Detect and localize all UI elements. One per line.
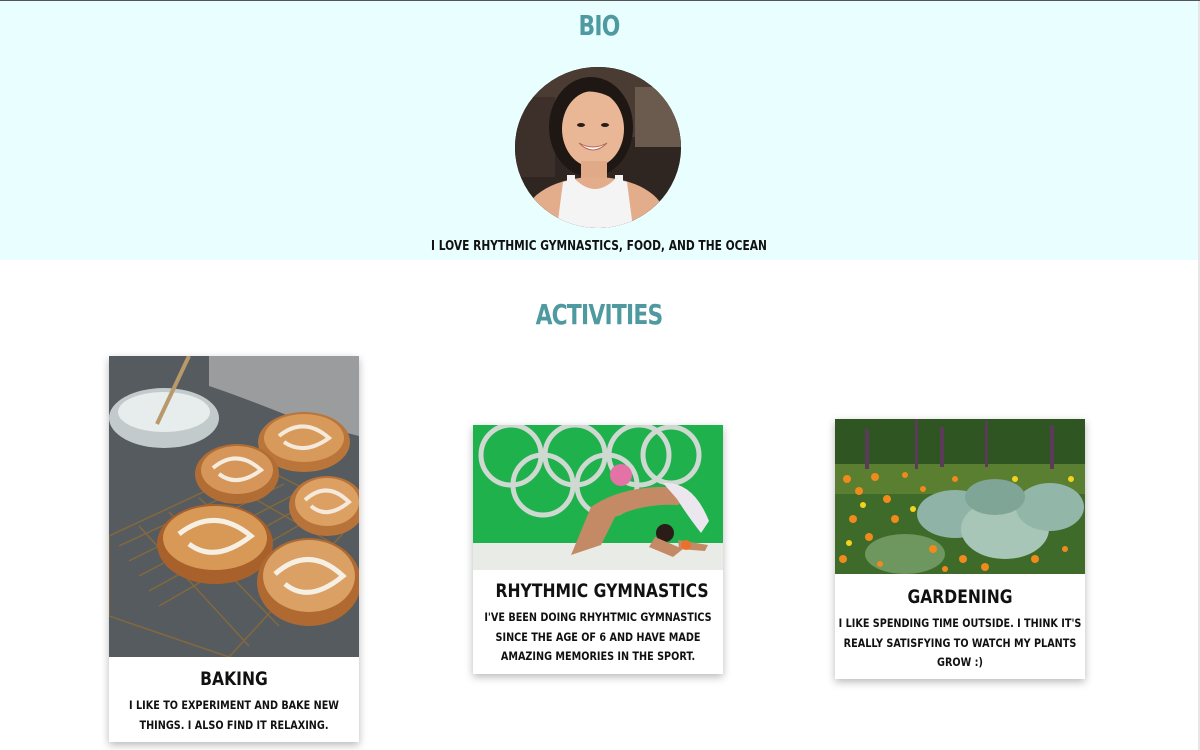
card-title-gardening: GARDENING (907, 586, 1013, 608)
activity-card-rhythmic-gymnastics: RHYTHMIC GYMNASTICS I'VE BEEN DOING RHYH… (473, 425, 723, 674)
page: BIO I LOVE RHYTHMIC GYMNASTICS, FOOD, AN… (0, 0, 1200, 750)
activities-heading: ACTIVITIES (535, 298, 664, 331)
avatar-photo (515, 67, 681, 228)
card-description-baking: I LIKE TO EXPERIMENT AND BAKE NEW THINGS… (129, 698, 339, 732)
avatar (515, 67, 681, 228)
card-title-rhythmic-gymnastics: RHYTHMIC GYMNASTICS (495, 580, 709, 602)
bio-description: I LOVE RHYTHMIC GYMNASTICS, FOOD, AND TH… (431, 239, 767, 254)
bio-heading: BIO (578, 9, 621, 42)
card-description-gardening: I LIKE SPENDING TIME OUTSIDE. I THINK IT… (838, 616, 1082, 669)
bio-section: BIO I LOVE RHYTHMIC GYMNASTICS, FOOD, AN… (0, 1, 1198, 260)
card-description-rhythmic-gymnastics: I'VE BEEN DOING RHYHTMIC GYMNASTICS SINC… (484, 610, 712, 663)
gardening-photo (835, 419, 1085, 574)
baking-photo (109, 356, 359, 657)
rhythmic-gymnastics-photo (473, 425, 723, 570)
activity-card-baking: BAKING I LIKE TO EXPERIMENT AND BAKE NEW… (109, 356, 359, 742)
card-title-baking: BAKING (200, 668, 268, 690)
activity-card-gardening: GARDENING I LIKE SPENDING TIME OUTSIDE. … (835, 419, 1085, 679)
